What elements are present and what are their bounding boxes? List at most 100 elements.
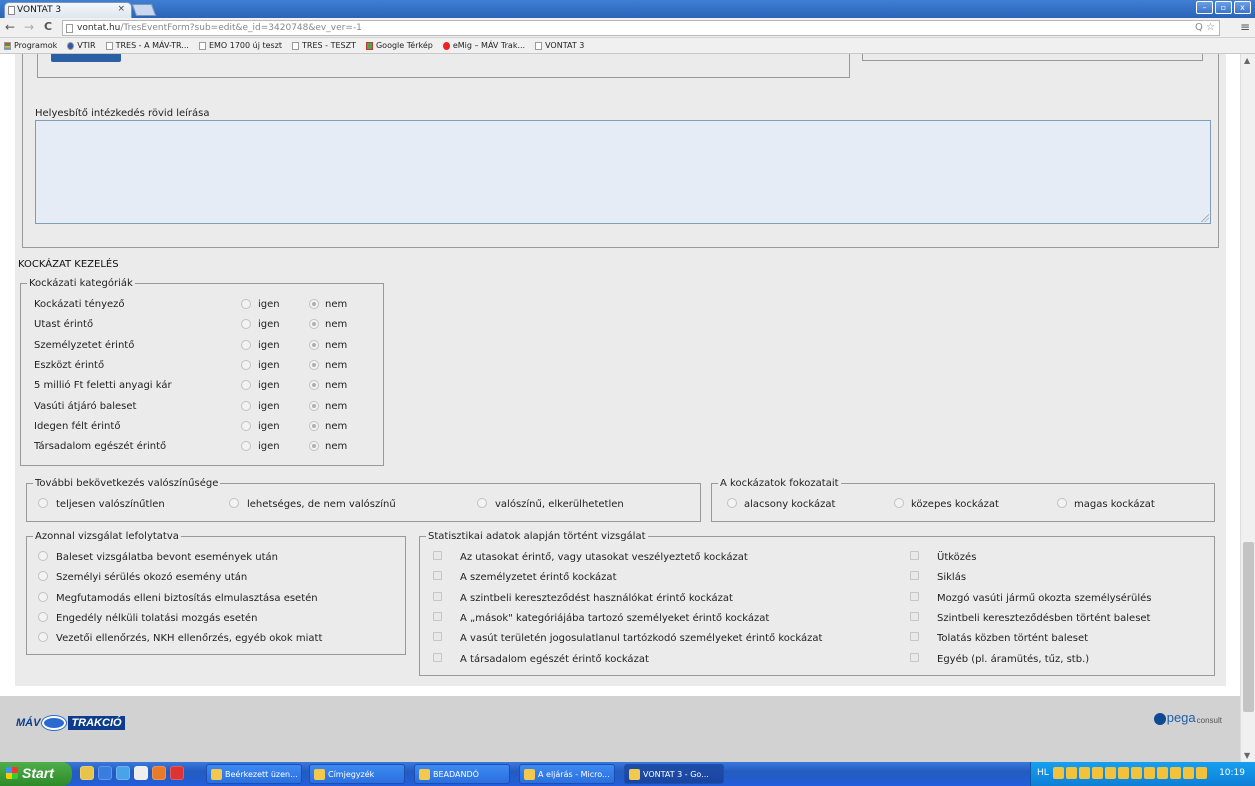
tray-icon[interactable] [1079,767,1090,779]
mav-wave-icon [42,716,67,730]
tray-icon[interactable] [1092,767,1103,779]
scroll-up-icon[interactable]: ▲ [1244,56,1250,65]
risk-category-no-radio[interactable] [309,359,319,370]
quick-launch-icon[interactable] [98,766,112,780]
scrollbar-thumb[interactable] [1243,542,1254,712]
bookmark-item[interactable]: TRES - A MÁV-TR... [105,41,189,50]
risk-category-yes-radio[interactable] [241,359,251,370]
accident-type-checkbox[interactable] [910,611,919,621]
risk-category-label: 5 millió Ft feletti anyagi kár [34,380,172,392]
quick-launch-icon[interactable] [116,766,130,780]
close-window-button[interactable]: x [1234,1,1251,14]
risk-category-label: Utast érintő [34,319,94,331]
accident-type-checkbox[interactable] [910,551,919,560]
accident-type-checkbox[interactable] [910,591,919,601]
reload-button[interactable]: C [44,20,52,33]
quick-launch-icon[interactable] [152,766,166,780]
bookmark-item[interactable]: VTIR [67,41,96,50]
back-button[interactable]: ← [5,20,15,34]
tray-icon[interactable] [1053,767,1064,779]
bookmark-label: EMO 1700 új teszt [208,41,283,50]
tray-icon[interactable] [1105,767,1116,779]
risk-level-radio[interactable] [727,498,737,508]
tray-icon[interactable] [1183,767,1194,779]
bookmark-item[interactable]: Programok [4,41,57,50]
risk-category-no-radio[interactable] [309,400,319,411]
risk-category-no-radio[interactable] [309,299,319,309]
statistics-label: A „mások" kategóriájába tartozó személye… [460,612,770,624]
risk-category-yes-radio[interactable] [241,420,251,431]
minimize-button[interactable]: – [1196,1,1213,14]
taskbar-item[interactable]: Beérkezett üzen... [206,764,302,784]
statistics-checkbox[interactable] [433,551,442,560]
bookmark-item[interactable]: eMig – MÁV Trak... [442,41,525,50]
risk-category-yes-radio[interactable] [241,400,251,411]
yes-label: igen [258,400,280,412]
likelihood-radio[interactable] [477,498,487,508]
quick-launch-icon[interactable] [80,766,94,780]
taskbar-item[interactable]: A eljárás - Micro... [519,764,615,784]
scroll-down-icon[interactable]: ▼ [1244,751,1250,760]
statistics-checkbox[interactable] [433,591,442,601]
bookmark-item[interactable]: VONTAT 3 [535,41,584,50]
bookmark-label: TRES - A MÁV-TR... [115,41,189,50]
statistics-checkbox[interactable] [433,571,442,581]
start-button[interactable]: Start [0,762,72,786]
risk-category-no-radio[interactable] [309,339,319,350]
tray-icon[interactable] [1144,767,1155,779]
language-indicator[interactable]: HL [1037,768,1049,778]
quick-launch-icon[interactable] [134,766,148,780]
statistics-checkbox[interactable] [433,632,442,642]
immediate-investigation-radio[interactable] [38,591,48,602]
risk-level-radio[interactable] [1057,498,1067,508]
risk-category-yes-radio[interactable] [241,339,251,350]
taskbar-item-active[interactable]: VONTAT 3 - Go... [624,764,724,784]
accident-type-checkbox[interactable] [910,652,919,662]
immediate-investigation-radio[interactable] [38,611,48,622]
tray-icon[interactable] [1066,767,1077,779]
likelihood-radio[interactable] [38,498,48,508]
new-tab-button[interactable] [131,4,157,16]
vertical-scrollbar[interactable]: ▲ ▼ [1240,54,1255,762]
tray-icon[interactable] [1157,767,1168,779]
statistics-checkbox[interactable] [433,652,442,662]
restore-button[interactable]: ▫ [1215,1,1232,14]
risk-level-radio[interactable] [894,498,904,508]
taskbar-item[interactable]: Címjegyzék [309,764,405,784]
page-icon [105,41,113,50]
immediate-investigation-radio[interactable] [38,551,48,561]
description-textarea[interactable] [35,120,1211,224]
accident-type-checkbox[interactable] [910,632,919,642]
risk-category-no-radio[interactable] [309,420,319,431]
risk-levels-legend: A kockázatok fokozatait [720,478,839,489]
immediate-investigation-label: Vezetői ellenőrzés, NKH ellenőrzés, egyé… [56,633,323,645]
yes-label: igen [258,359,280,371]
bookmark-label: Programok [14,41,58,50]
risk-category-label: Idegen félt érintő [34,420,121,432]
address-bar[interactable]: vontat.hu/TresEventForm?sub=edit&e_id=34… [62,20,1220,36]
page-icon [535,41,543,50]
tray-icon[interactable] [1170,767,1181,779]
statistics-checkbox[interactable] [433,611,442,621]
tray-icon[interactable] [1131,767,1142,779]
tab-close-icon[interactable]: × [117,4,125,14]
browser-tab[interactable]: VONTAT 3 × [4,2,132,18]
bookmark-item[interactable]: EMO 1700 új teszt [198,41,283,50]
accident-type-checkbox[interactable] [910,571,919,581]
zoom-bookmark-icons[interactable]: Q ☆ [1195,22,1215,33]
browser-menu-icon[interactable]: ≡ [1240,20,1250,34]
tray-icon[interactable] [1118,767,1129,779]
likelihood-radio[interactable] [229,498,239,508]
windows-taskbar: Start Beérkezett üzen... Címjegyzék BEAD… [0,762,1255,786]
taskbar-item[interactable]: BEADANDÓ [414,764,510,784]
page-icon [198,41,206,50]
quick-launch-icon[interactable] [170,766,184,780]
forward-button[interactable]: → [24,20,34,34]
bookmark-item[interactable]: TRES - TESZT [292,41,356,50]
bookmark-item[interactable]: Google Térkép [365,41,433,50]
risk-category-yes-radio[interactable] [241,299,251,309]
no-label: nem [325,359,348,371]
system-tray: HL 10:19 [1030,762,1255,786]
immediate-investigation-label: Baleset vizsgálatba bevont események utá… [56,552,278,563]
tray-icon[interactable] [1196,767,1207,779]
